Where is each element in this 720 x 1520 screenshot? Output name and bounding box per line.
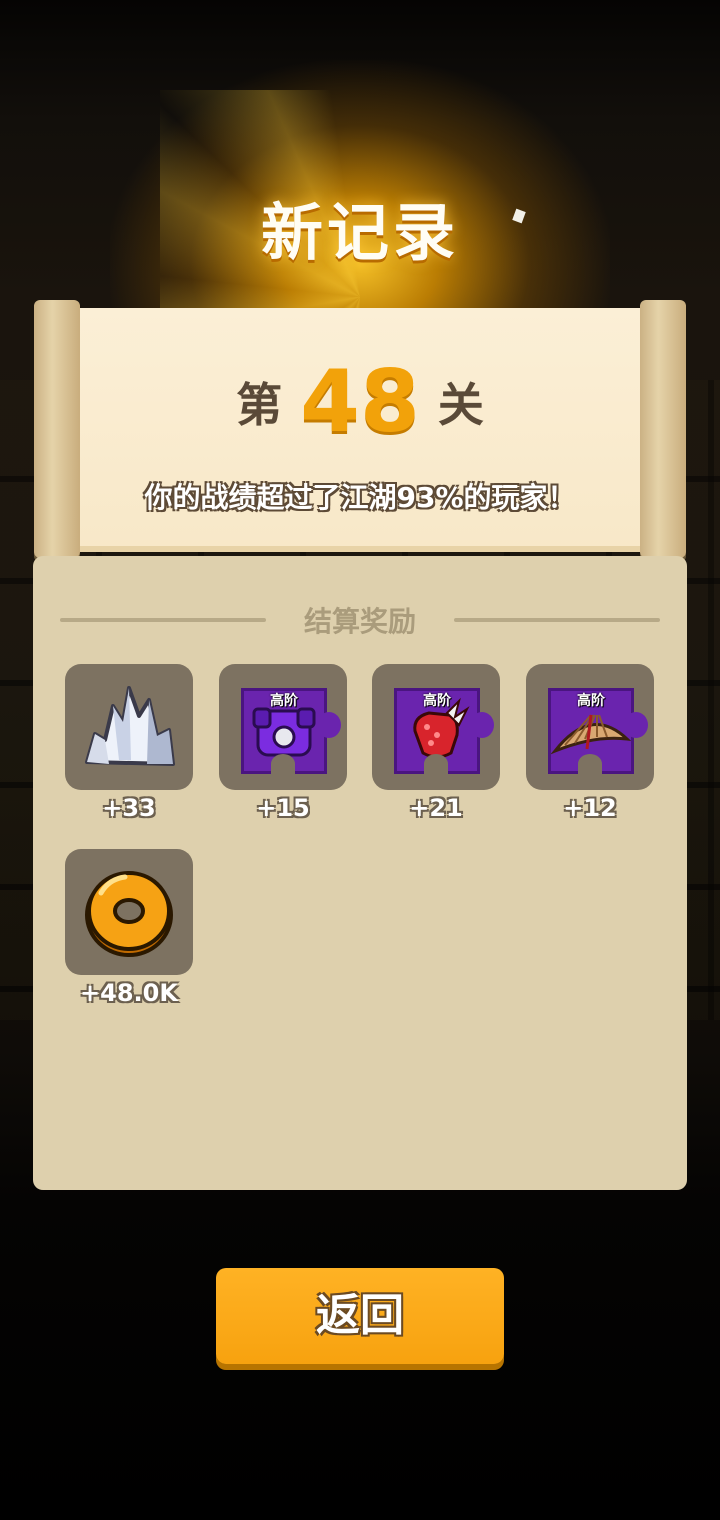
ranking-text: 你的战绩超过了江湖93%的玩家！	[144, 481, 576, 514]
reward-item-armor-piece[interactable]: 高阶	[219, 664, 347, 790]
puzzle-notch	[578, 754, 602, 774]
reward-item-gold-coin[interactable]	[65, 849, 193, 975]
puzzle-notch	[424, 754, 448, 774]
reward-item-gauntlet-piece[interactable]: 高阶	[372, 664, 500, 790]
level-number: 48	[300, 352, 420, 452]
reward-item-crystal[interactable]	[65, 664, 193, 790]
scroll-roller-left	[34, 300, 80, 558]
reward-amount: +33	[102, 794, 156, 822]
reward-amount: +48.0K	[80, 979, 178, 1007]
puzzle-tab	[317, 712, 341, 738]
tier-badge: 高阶	[577, 693, 605, 709]
level-prefix: 第	[236, 378, 283, 432]
reward-item-straw-hat-piece[interactable]: 高阶	[526, 664, 654, 790]
tier-badge: 高阶	[423, 693, 451, 709]
scroll-roller-right	[640, 300, 686, 558]
divider-left	[60, 618, 266, 622]
puzzle-tab	[624, 712, 648, 738]
divider-right	[454, 618, 660, 622]
tier-badge: 高阶	[270, 693, 298, 709]
level-display: 第 48 关	[80, 352, 640, 452]
reward-amount: +21	[409, 794, 463, 822]
puzzle-tab	[470, 712, 494, 738]
gold-coin-icon	[85, 871, 173, 957]
page-title: 新记录	[260, 196, 459, 269]
crystal-icon	[85, 686, 175, 766]
reward-amount: +12	[563, 794, 617, 822]
back-button[interactable]: 返回	[216, 1268, 504, 1364]
puzzle-notch	[271, 754, 295, 774]
rewards-title: 结算奖励	[303, 605, 416, 638]
reward-amount: +15	[256, 794, 310, 822]
level-suffix: 关	[437, 378, 484, 432]
